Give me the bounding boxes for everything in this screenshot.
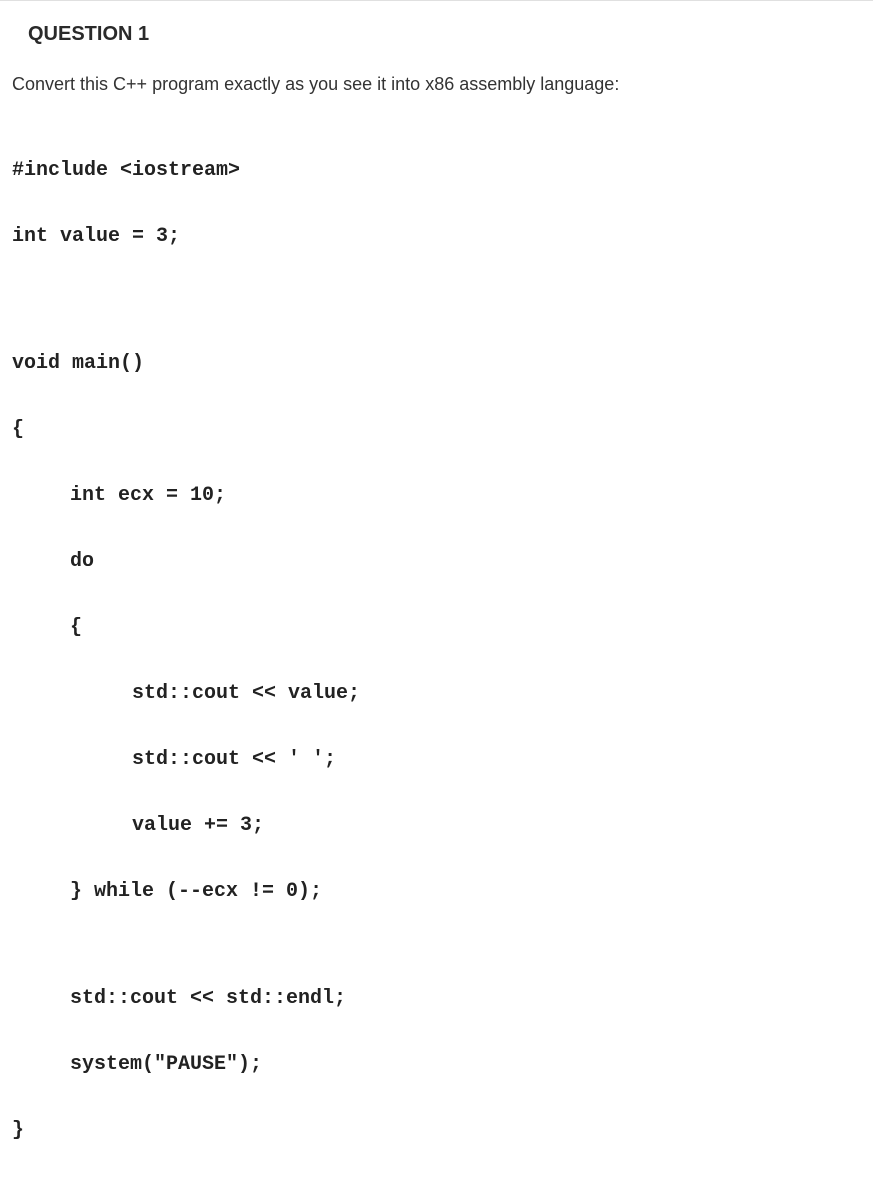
code-line: #include <iostream> xyxy=(12,154,873,187)
code-line: system("PAUSE"); xyxy=(12,1048,873,1081)
code-line: { xyxy=(12,413,873,446)
code-block: #include <iostream> int value = 3; void … xyxy=(0,95,873,1180)
code-line: std::cout << ' '; xyxy=(12,743,873,776)
code-line: { xyxy=(12,611,873,644)
small-gap xyxy=(12,941,873,949)
code-line: void main() xyxy=(12,347,873,380)
blank-line xyxy=(12,286,873,314)
code-line: do xyxy=(12,545,873,578)
code-line: std::cout << std::endl; xyxy=(12,982,873,1015)
code-line: int ecx = 10; xyxy=(12,479,873,512)
instruction-text: Convert this C++ program exactly as you … xyxy=(0,46,873,95)
question-heading: QUESTION 1 xyxy=(0,1,873,46)
code-line: } xyxy=(12,1114,873,1147)
code-line: } while (--ecx != 0); xyxy=(12,875,873,908)
code-line: int value = 3; xyxy=(12,220,873,253)
code-line: value += 3; xyxy=(12,809,873,842)
code-line: std::cout << value; xyxy=(12,677,873,710)
